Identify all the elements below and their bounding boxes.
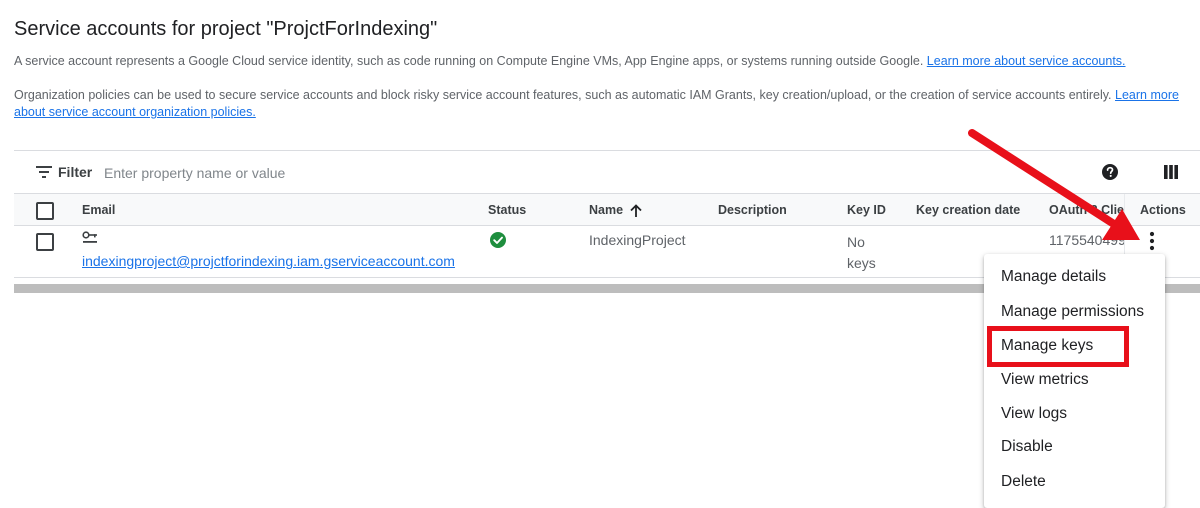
menu-item-view-logs[interactable]: View logs [984,397,1165,431]
filter-list-icon[interactable] [36,166,52,178]
menu-item-manage-permissions[interactable]: Manage permissions [984,295,1165,329]
filter-input[interactable] [102,159,606,187]
page-title: Service accounts for project "ProjctForI… [14,18,438,40]
column-header-name[interactable]: Name [589,203,643,218]
column-header-email[interactable]: Email [82,203,115,217]
learn-more-service-accounts-link[interactable]: Learn more about service accounts. [927,54,1126,68]
key-id-line-1: No [847,234,865,250]
key-id-cell: No keys [847,232,876,274]
menu-item-disable[interactable]: Disable [984,430,1165,464]
menu-item-manage-details[interactable]: Manage details [984,260,1165,294]
column-header-description[interactable]: Description [718,203,787,217]
service-account-name: IndexingProject [589,232,686,248]
column-header-actions: Actions [1140,203,1186,217]
column-display-icon[interactable] [1164,165,1178,179]
service-account-key-icon [82,231,97,243]
org-policy-text: Organization policies can be used to sec… [14,88,1116,102]
row-select-checkbox[interactable] [36,233,54,251]
check-circle-icon [490,232,506,248]
description-text: A service account represents a Google Cl… [14,54,927,68]
menu-item-delete[interactable]: Delete [984,465,1165,499]
column-header-status[interactable]: Status [488,203,526,217]
filter-label[interactable]: Filter [58,164,92,180]
arrow-up-sort-icon [630,203,642,217]
help-icon[interactable] [1102,164,1118,180]
org-policy-description: Organization policies can be used to sec… [14,87,1200,121]
menu-item-view-metrics[interactable]: View metrics [984,363,1165,397]
menu-item-manage-keys[interactable]: Manage keys [984,329,1165,363]
column-header-key-creation-date[interactable]: Key creation date [916,203,1020,217]
oauth-client-id: 1175540499 [1049,232,1124,248]
key-id-line-2: keys [847,255,876,271]
column-header-oauth-client[interactable]: OAuth 2 Clier [1049,203,1124,217]
select-all-checkbox[interactable] [36,202,54,220]
service-account-description: A service account represents a Google Cl… [14,53,1194,70]
actions-column-divider [1124,194,1125,226]
filter-bar: Filter [14,150,1200,193]
service-account-email-link[interactable]: indexingproject@projctforindexing.iam.gs… [82,253,455,269]
actions-menu: Manage details Manage permissions Manage… [984,254,1165,508]
table-header: Email Status Name Description Key ID Key… [14,193,1200,226]
more-vert-icon[interactable] [1144,231,1160,251]
column-header-key-id[interactable]: Key ID [847,203,886,217]
column-header-name-label: Name [589,203,624,217]
